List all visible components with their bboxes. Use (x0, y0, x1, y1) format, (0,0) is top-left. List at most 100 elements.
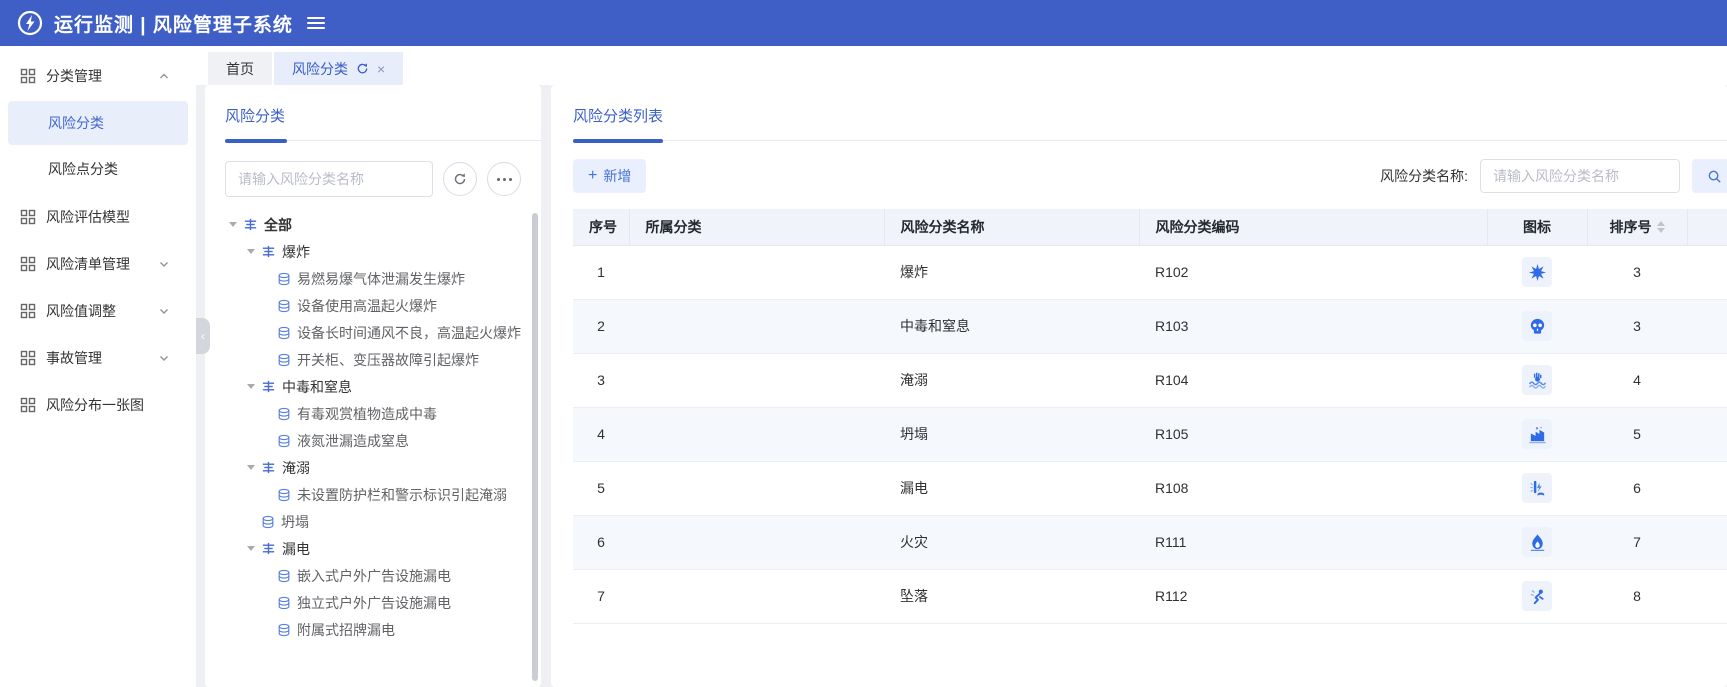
category-node-icon (261, 244, 276, 259)
tree-search-input[interactable] (225, 161, 433, 197)
tab-risk-category[interactable]: 风险分类 × (274, 52, 403, 85)
caret-down-icon[interactable] (247, 384, 255, 389)
search-button[interactable]: 搜 (1692, 159, 1727, 193)
tab-close-icon[interactable]: × (377, 62, 385, 76)
database-leaf-icon (277, 299, 291, 313)
tree-leaf[interactable]: 易燃易爆气体泄漏发生爆炸 (225, 265, 541, 292)
sidebar-collapse-handle[interactable]: ‹ (196, 318, 210, 354)
column-header-name: 风险分类名称 (884, 209, 1139, 245)
column-header-sort: 排序号 (1587, 209, 1687, 245)
table-row[interactable]: 1 爆炸 R102 3 (573, 245, 1727, 299)
sidebar-item-risk-point-category[interactable]: 风险点分类 (8, 147, 188, 191)
tree-leaf[interactable]: 开关柜、变压器故障引起爆炸 (225, 346, 541, 373)
risk-name-filter-input[interactable] (1480, 159, 1680, 193)
tree-refresh-button[interactable] (443, 162, 477, 196)
tab-label: 风险分类 (292, 59, 348, 79)
cell-parent (629, 515, 884, 569)
cell-code: R102 (1139, 245, 1487, 299)
tree-more-button[interactable] (487, 162, 521, 196)
tree-node-label: 全部 (264, 215, 292, 235)
table-row[interactable]: 7 坠落 R112 8 (573, 569, 1727, 623)
cell-sort: 3 (1587, 299, 1687, 353)
tree-leaf-label: 附属式招牌漏电 (297, 620, 395, 640)
caret-down-icon[interactable] (229, 222, 237, 227)
tree-leaf[interactable]: 独立式户外广告设施漏电 (225, 589, 541, 616)
cell-name: 中毒和窒息 (884, 299, 1139, 353)
table-row[interactable]: 2 中毒和窒息 R103 3 (573, 299, 1727, 353)
table-row[interactable]: 5 漏电 R108 6 (573, 461, 1727, 515)
tree-leaf-label: 未设置防护栏和警示标识引起淹溺 (297, 485, 507, 505)
cell-parent (629, 407, 884, 461)
sidebar-item-accident-mgmt[interactable]: 事故管理 (0, 334, 196, 381)
tree-node[interactable]: 漏电 (225, 535, 541, 562)
table-row[interactable]: 6 火灾 R111 7 (573, 515, 1727, 569)
cell-index: 1 (573, 245, 629, 299)
tree-leaf[interactable]: 有毒观赏植物造成中毒 (225, 400, 541, 427)
sidebar-item-risk-model[interactable]: 风险评估模型 (0, 193, 196, 240)
sort-carets-icon[interactable] (1657, 221, 1665, 233)
cell-name: 爆炸 (884, 245, 1139, 299)
caret-down-icon[interactable] (247, 249, 255, 254)
tree-node[interactable]: 爆炸 (225, 238, 541, 265)
topbar: 运行监测 | 风险管理子系统 (0, 0, 1727, 46)
database-leaf-icon (277, 353, 291, 367)
tree-node[interactable]: 淹溺 (225, 454, 541, 481)
database-leaf-icon (277, 488, 291, 502)
column-header-icon: 图标 (1487, 209, 1587, 245)
table-row[interactable]: 3 淹溺 R104 4 (573, 353, 1727, 407)
tree-leaf[interactable]: 设备使用高温起火爆炸 (225, 292, 541, 319)
cell-parent (629, 299, 884, 353)
tree-node[interactable]: 中毒和窒息 (225, 373, 541, 400)
tree-leaf[interactable]: 嵌入式户外广告设施漏电 (225, 562, 541, 589)
explosion-icon (1522, 257, 1552, 287)
sidebar-item-risk-list-mgmt[interactable]: 风险清单管理 (0, 240, 196, 287)
search-icon (1707, 169, 1722, 184)
cell-parent (629, 569, 884, 623)
more-dots-icon (497, 178, 512, 181)
cell-name: 漏电 (884, 461, 1139, 515)
hamburger-menu-icon[interactable] (307, 17, 325, 29)
skull-icon (1522, 311, 1552, 341)
tree-panel-title: 风险分类 (225, 105, 541, 126)
drowning-icon (1522, 365, 1552, 395)
cell-index: 6 (573, 515, 629, 569)
caret-down-icon[interactable] (247, 465, 255, 470)
chevron-down-icon (158, 352, 170, 364)
collapse-icon (1522, 419, 1552, 449)
sidebar-item-risk-category[interactable]: 风险分类 (8, 101, 188, 145)
category-node-icon (261, 541, 276, 556)
tab-label: 首页 (226, 59, 254, 79)
add-button[interactable]: + 新增 (573, 159, 646, 193)
tree-leaf[interactable]: 附属式招牌漏电 (225, 616, 541, 643)
sidebar-item-label: 分类管理 (46, 66, 158, 86)
app-title: 运行监测 | 风险管理子系统 (54, 10, 293, 37)
sidebar-item-risk-value-adjust[interactable]: 风险值调整 (0, 287, 196, 334)
sort-control[interactable]: 排序号 (1610, 217, 1665, 237)
tree-scrollbar[interactable] (532, 213, 538, 681)
table-row[interactable]: 4 坍塌 R105 5 (573, 407, 1727, 461)
database-leaf-icon (277, 623, 291, 637)
tab-refresh-icon[interactable] (356, 62, 369, 75)
tab-home[interactable]: 首页 (208, 52, 272, 85)
sidebar-item-risk-map[interactable]: 风险分布一张图 (0, 381, 196, 428)
database-leaf-icon (277, 407, 291, 421)
sidebar-item-label: 风险清单管理 (46, 254, 158, 274)
tree-leaf[interactable]: 坍塌 (225, 508, 541, 535)
sidebar-item-label: 风险分类 (48, 113, 104, 133)
tree-leaf-label: 液氮泄漏造成窒息 (297, 431, 409, 451)
tree-leaf[interactable]: 未设置防护栏和警示标识引起淹溺 (225, 481, 541, 508)
category-node-icon (261, 460, 276, 475)
tree-node-all[interactable]: 全部 (225, 211, 541, 238)
sidebar: 分类管理 风险分类 风险点分类 风险评估模型 风险清单管理 风险值调整 事故管理 (0, 46, 196, 687)
caret-down-icon[interactable] (247, 546, 255, 551)
cell-code: R104 (1139, 353, 1487, 407)
tree-leaf[interactable]: 设备长时间通风不良，高温起火爆炸 (225, 319, 541, 346)
sidebar-item-category-mgmt[interactable]: 分类管理 (0, 52, 196, 99)
cell-sort: 8 (1587, 569, 1687, 623)
risk-category-tree: 全部 爆炸 易燃易爆气体泄漏发生爆炸 设备使用高温起火爆炸 (225, 211, 541, 643)
cell-code: R105 (1139, 407, 1487, 461)
category-node-icon (261, 379, 276, 394)
grid-icon (20, 303, 36, 319)
tree-leaf[interactable]: 液氮泄漏造成窒息 (225, 427, 541, 454)
cell-code: R112 (1139, 569, 1487, 623)
